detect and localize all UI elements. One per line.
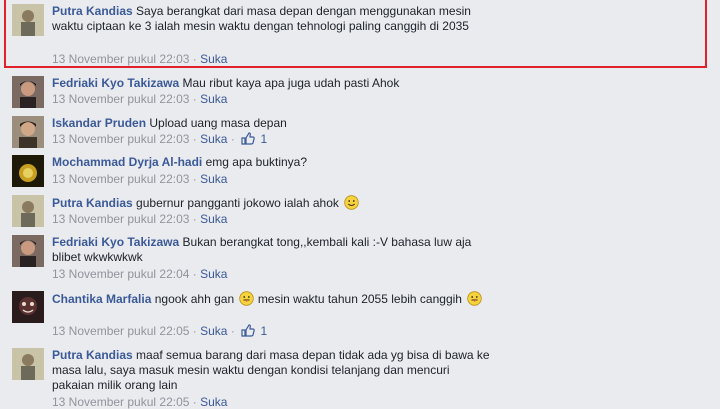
comment-timestamp[interactable]: 13 November pukul 22:03	[52, 172, 189, 186]
comment-author[interactable]: Fedriaki Kyo Takizawa	[52, 76, 179, 90]
comment-text: emg apa buktinya?	[205, 155, 308, 169]
like-link[interactable]: Suka	[200, 324, 227, 338]
avatar[interactable]	[12, 348, 44, 380]
meta-separator: ·	[192, 92, 197, 106]
meta-separator: ·	[230, 132, 235, 146]
avatar[interactable]	[12, 116, 44, 148]
meta-separator: ·	[192, 172, 197, 186]
like-count[interactable]: 1	[261, 132, 268, 146]
comment-timestamp[interactable]: 13 November pukul 22:05	[52, 324, 189, 338]
comment-timestamp[interactable]: 13 November pukul 22:05	[52, 395, 189, 409]
comment-timestamp[interactable]: 13 November pukul 22:04	[52, 267, 189, 281]
avatar[interactable]	[12, 195, 44, 227]
comment-author[interactable]: Putra Kandias	[52, 348, 133, 362]
smile-emoticon-icon	[344, 195, 359, 210]
like-link[interactable]: Suka	[200, 267, 227, 281]
comment-text-continued: mesin waktu tahun 2055 lebih canggih	[257, 292, 462, 306]
avatar[interactable]	[12, 155, 44, 187]
like-link[interactable]: Suka	[200, 172, 227, 186]
comment-text: gubernur pangganti jokowo ialah ahok	[136, 196, 339, 210]
comment-text: ngook ahh gan	[154, 292, 235, 306]
like-link[interactable]: Suka	[200, 92, 227, 106]
like-link[interactable]: Suka	[200, 212, 227, 226]
comment-timestamp[interactable]: 13 November pukul 22:03	[52, 132, 189, 146]
thumbs-up-icon[interactable]	[241, 132, 255, 145]
meta-separator: ·	[192, 132, 197, 146]
comment-author[interactable]: Chantika Marfalia	[52, 292, 151, 306]
avatar[interactable]	[12, 235, 44, 267]
highlight-box	[4, 0, 707, 68]
meta-separator: ·	[192, 212, 197, 226]
meta-separator: ·	[192, 324, 197, 338]
meta-separator: ·	[192, 395, 197, 409]
meta-separator: ·	[192, 267, 197, 281]
avatar[interactable]	[12, 291, 44, 323]
comment-text: Upload uang masa depan	[149, 116, 287, 130]
comment-author[interactable]: Fedriaki Kyo Takizawa	[52, 235, 179, 249]
like-link[interactable]: Suka	[200, 395, 227, 409]
tongue-emoticon-icon	[467, 291, 482, 306]
comment-author[interactable]: Iskandar Pruden	[52, 116, 146, 130]
comment-author[interactable]: Mochammad Dyrja Al-hadi	[52, 155, 202, 169]
avatar[interactable]	[12, 76, 44, 108]
comment-author[interactable]: Putra Kandias	[52, 196, 133, 210]
thumbs-up-icon[interactable]	[241, 324, 255, 337]
like-count[interactable]: 1	[261, 324, 268, 338]
comment-text: Mau ribut kaya apa juga udah pasti Ahok	[182, 76, 400, 90]
comment-timestamp[interactable]: 13 November pukul 22:03	[52, 92, 189, 106]
comment-timestamp[interactable]: 13 November pukul 22:03	[52, 212, 189, 226]
tongue-emoticon-icon	[239, 291, 255, 306]
meta-separator: ·	[230, 324, 235, 338]
like-link[interactable]: Suka	[200, 132, 227, 146]
